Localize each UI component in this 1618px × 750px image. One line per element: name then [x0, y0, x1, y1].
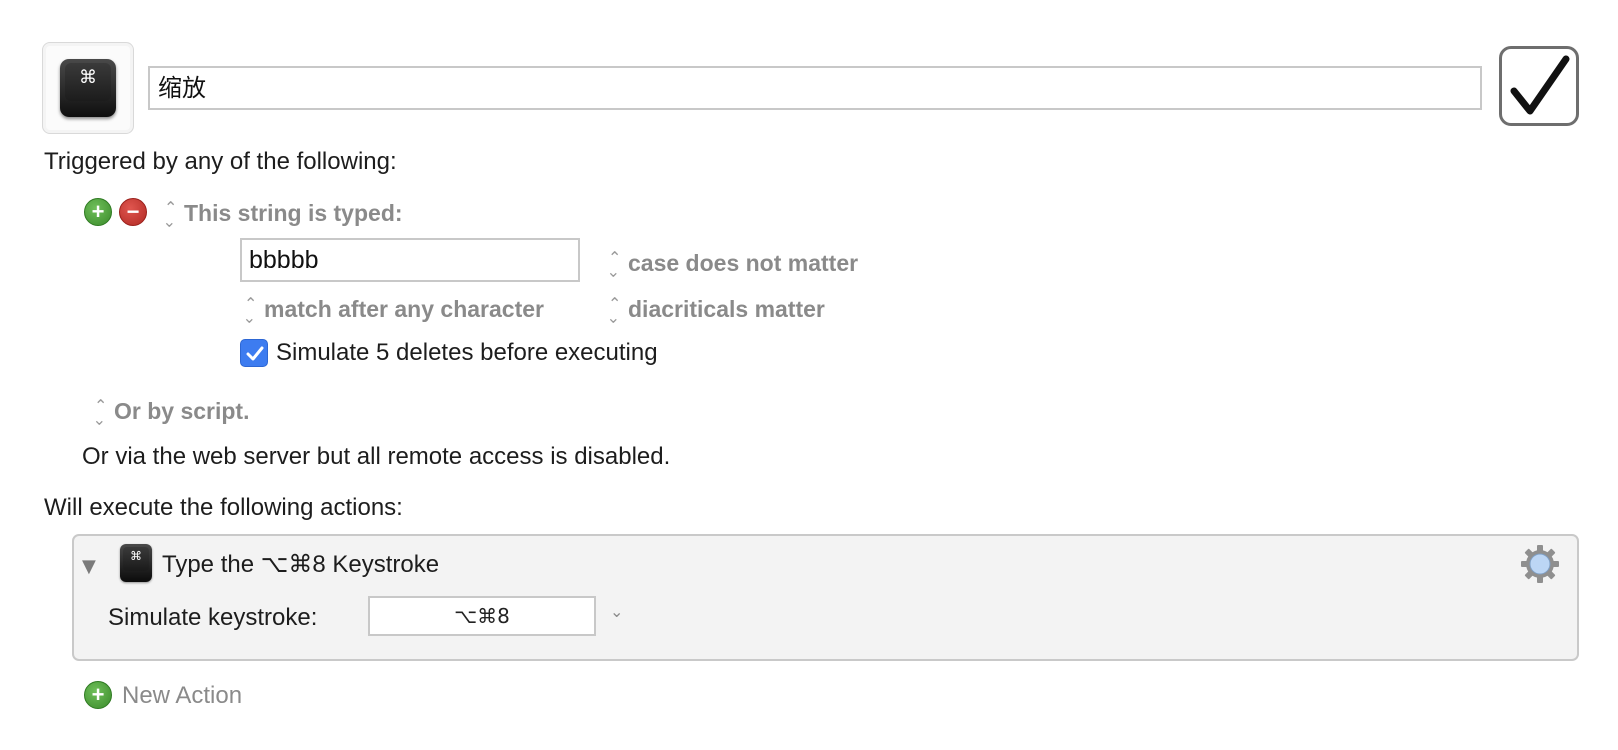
diacritics-option-popup[interactable]: ⌃ ⌃ diacriticals matter — [606, 293, 825, 326]
command-keycap-icon: ⌘ — [60, 59, 116, 117]
macro-icon-well[interactable]: ⌘ — [42, 42, 134, 134]
macro-name-field[interactable]: 缩放 — [148, 66, 1482, 110]
updown-arrows-icon: ⌃ ⌃ — [162, 197, 178, 230]
diacritics-option-label: diacriticals matter — [628, 296, 825, 322]
match-option-label: match after any character — [264, 296, 544, 322]
add-script-trigger-popup[interactable]: ⌃ ⌃ Or by script. — [92, 395, 250, 428]
typed-string-input[interactable]: bbbbb — [240, 238, 580, 282]
action-title: Type the ⌥⌘8 Keystroke — [162, 551, 440, 578]
updown-arrows-icon: ⌃ ⌃ — [242, 293, 258, 326]
new-action-add-icon[interactable]: + — [84, 681, 112, 709]
keycap-glyph: ⌘ — [123, 547, 149, 571]
plus-icon: + — [91, 682, 105, 707]
updown-arrows-icon: ⌃ ⌃ — [606, 247, 622, 280]
gear-icon[interactable] — [1520, 544, 1560, 584]
simulate-keystroke-label: Simulate keystroke: — [108, 604, 318, 631]
case-option-label: case does not matter — [628, 250, 859, 276]
chevron-down-icon[interactable]: ⌄ — [610, 602, 623, 621]
simulate-deletes-checkbox[interactable] — [240, 339, 268, 367]
add-trigger-button[interactable]: + — [84, 198, 112, 226]
updown-arrows-icon: ⌃ ⌃ — [92, 395, 108, 428]
command-keycap-icon: ⌘ — [120, 544, 152, 582]
match-option-popup[interactable]: ⌃ ⌃ match after any character — [242, 293, 544, 326]
macro-enabled-checkbox[interactable] — [1499, 46, 1579, 126]
triggers-heading: Triggered by any of the following: — [44, 148, 397, 175]
minus-icon: − — [126, 199, 140, 224]
disclosure-triangle-icon[interactable]: ▼ — [82, 556, 96, 577]
remove-trigger-button[interactable]: − — [119, 198, 147, 226]
keycap-glyph: ⌘ — [65, 63, 111, 101]
actions-heading: Will execute the following actions: — [44, 494, 403, 521]
case-option-popup[interactable]: ⌃ ⌃ case does not matter — [606, 247, 859, 280]
simulate-deletes-label: Simulate 5 deletes before executing — [276, 339, 658, 366]
keystroke-field[interactable]: ⌥⌘8 — [368, 596, 596, 636]
checkmark-icon — [1510, 55, 1570, 115]
trigger-type-label: This string is typed: — [184, 200, 403, 226]
plus-icon: + — [91, 199, 105, 224]
trigger-type-popup[interactable]: ⌃ ⌃ This string is typed: — [162, 197, 403, 230]
new-action-button[interactable]: New Action — [122, 682, 242, 710]
action-type-keystroke[interactable]: ▼ ⌘ Type the ⌥⌘8 Keystroke Simulate keys… — [72, 534, 1579, 661]
updown-arrows-icon: ⌃ ⌃ — [606, 293, 622, 326]
script-trigger-label: Or by script. — [114, 398, 250, 424]
web-server-note: Or via the web server but all remote acc… — [82, 443, 671, 470]
checkmark-icon — [246, 346, 264, 361]
